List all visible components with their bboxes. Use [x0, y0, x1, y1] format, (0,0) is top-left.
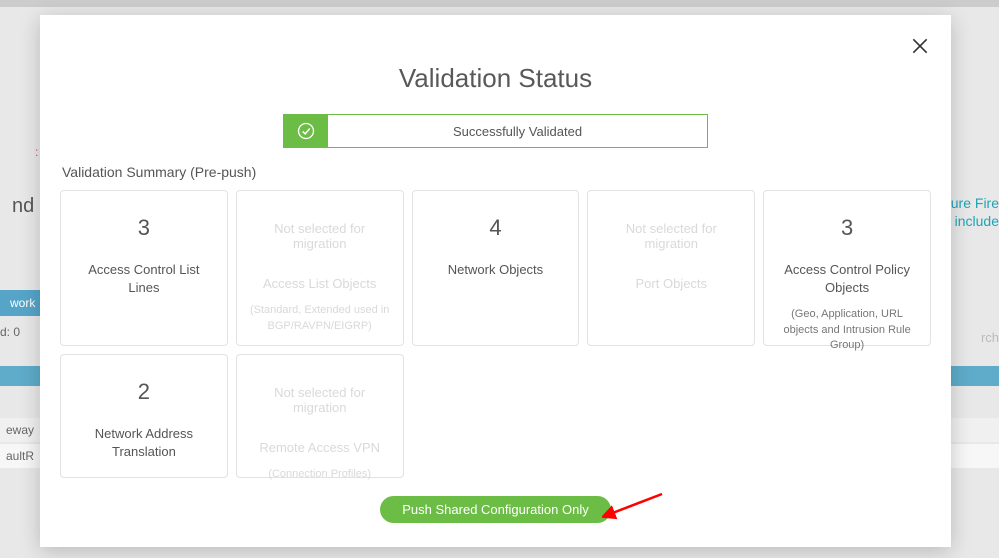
card-label: Network Objects: [448, 261, 543, 279]
card-count: 4: [489, 215, 501, 241]
card-count: 3: [138, 215, 150, 241]
card-nat: 2 Network Address Translation: [60, 354, 228, 478]
card-port-objects: Not selected for migration Port Objects: [587, 190, 755, 346]
card-acp-objects: 3 Access Control Policy Objects (Geo, Ap…: [763, 190, 931, 346]
bg-selected-fragment: d: 0: [0, 325, 20, 339]
bg-tab-fragment: work: [0, 290, 45, 316]
validation-modal: Validation Status Successfully Validated…: [40, 15, 951, 547]
card-network-objects: 4 Network Objects: [412, 190, 580, 346]
validation-status-bar: Successfully Validated: [283, 114, 708, 148]
card-label: Access Control List Lines: [71, 261, 217, 297]
status-text: Successfully Validated: [328, 115, 707, 147]
bg-text-fragment: nd: [0, 195, 34, 218]
bg-link-fragment: include: [955, 213, 999, 229]
card-label: Port Objects: [636, 275, 708, 293]
card-label: Remote Access VPN: [259, 439, 380, 457]
close-icon: [910, 36, 930, 56]
card-not-selected: Not selected for migration: [247, 385, 393, 415]
summary-cards-row-2: 2 Network Address Translation Not select…: [60, 354, 931, 478]
card-sublabel: (Connection Profiles): [268, 467, 371, 482]
modal-title: Validation Status: [60, 63, 931, 94]
card-not-selected: Not selected for migration: [598, 221, 744, 251]
card-access-list-objects: Not selected for migration Access List O…: [236, 190, 404, 346]
card-label: Access List Objects: [263, 275, 376, 293]
card-not-selected: Not selected for migration: [247, 221, 393, 251]
card-label: Network Address Translation: [71, 425, 217, 461]
card-count: 2: [138, 379, 150, 405]
push-shared-config-button[interactable]: Push Shared Configuration Only: [380, 496, 610, 523]
summary-label: Validation Summary (Pre-push): [62, 164, 931, 180]
card-ravpn: Not selected for migration Remote Access…: [236, 354, 404, 478]
card-count: 3: [841, 215, 853, 241]
card-sublabel: (Standard, Extended used in BGP/RAVPN/EI…: [247, 303, 393, 334]
summary-cards-row-1: 3 Access Control List Lines Not selected…: [60, 190, 931, 346]
card-label: Access Control Policy Objects: [774, 261, 920, 297]
bg-top-border: [0, 0, 999, 7]
status-icon-box: [284, 115, 328, 147]
card-acl-lines: 3 Access Control List Lines: [60, 190, 228, 346]
close-button[interactable]: [907, 33, 933, 59]
checkmark-circle-icon: [296, 121, 316, 141]
bg-link-fragment: ure Fire: [951, 195, 999, 211]
card-sublabel: (Geo, Application, URL objects and Intru…: [774, 307, 920, 353]
bg-search-fragment: rch: [981, 330, 999, 345]
